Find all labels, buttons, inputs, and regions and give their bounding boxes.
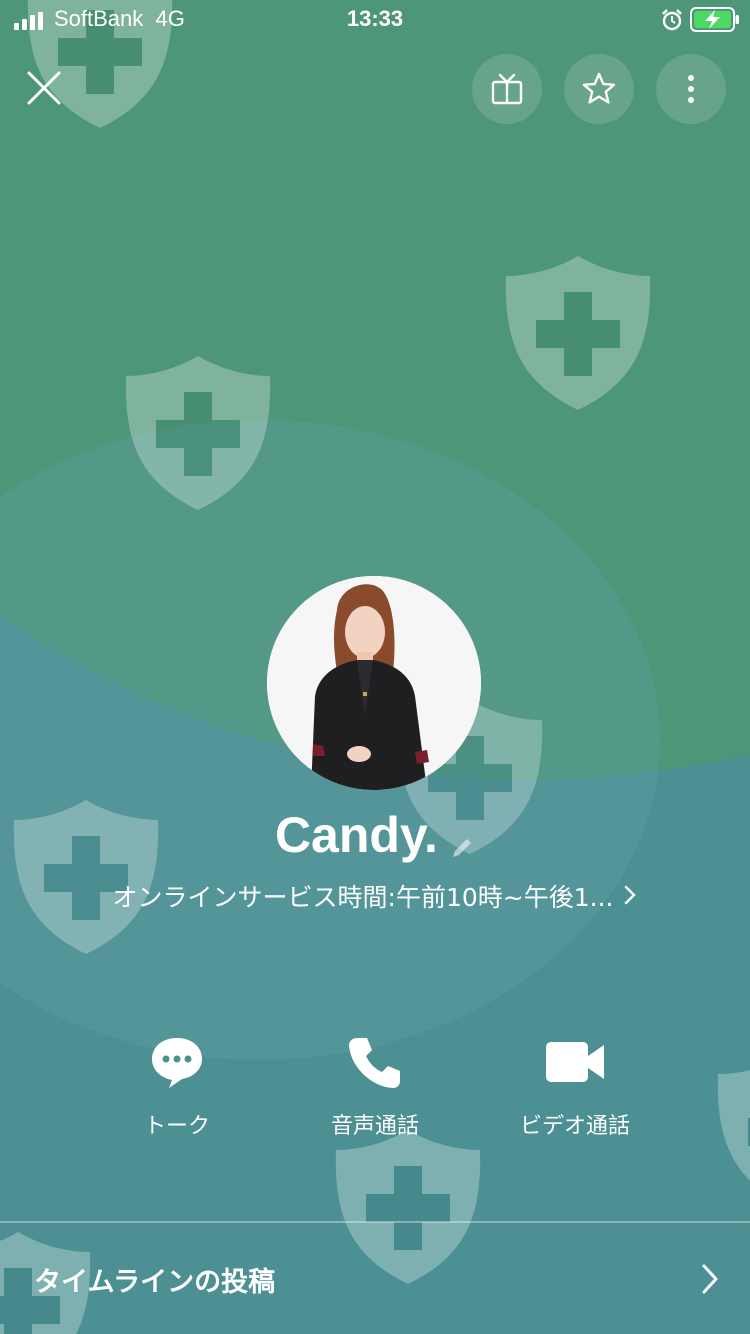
- profile-name: Candy.: [274, 807, 438, 863]
- timeline-posts-label: タイムラインの投稿: [34, 1267, 276, 1298]
- talk-label: トーク: [143, 1114, 210, 1139]
- battery-charging-icon: [690, 7, 739, 32]
- shield-pattern-icon: [717, 1070, 750, 1181]
- gift-button[interactable]: [472, 54, 542, 124]
- voice-call-label: 音声通話: [330, 1114, 419, 1139]
- star-icon: [582, 72, 616, 104]
- video-call-button[interactable]: ビデオ通話: [475, 1030, 675, 1140]
- chat-bubble-icon: [152, 1038, 202, 1088]
- avatar[interactable]: [267, 576, 481, 790]
- chevron-right-icon: [625, 885, 637, 905]
- profile-name-row: Candy.: [0, 806, 750, 864]
- profile-photo: [267, 576, 481, 790]
- video-call-label: ビデオ通話: [519, 1114, 630, 1139]
- status-message-text: オンラインサービス時間:午前10時~午後1...: [112, 883, 614, 912]
- timeline-posts-row[interactable]: タイムラインの投稿: [0, 1224, 750, 1334]
- voice-call-button[interactable]: 音声通話: [275, 1030, 475, 1140]
- close-icon[interactable]: [22, 66, 66, 110]
- video-camera-icon: [546, 1042, 604, 1082]
- shield-pattern-icon: [125, 356, 271, 510]
- profile-screen: SoftBank 4G 13:33 Candy. オンラインサービス時間:午前1…: [0, 0, 750, 1334]
- alarm-icon: [662, 9, 682, 31]
- more-options-button[interactable]: [656, 54, 726, 124]
- edit-pencil-icon[interactable]: [449, 835, 475, 861]
- more-icon: [688, 75, 694, 103]
- divider: [0, 1221, 750, 1223]
- gift-icon: [491, 73, 523, 105]
- status-message[interactable]: オンラインサービス時間:午前10時~午後1...: [0, 878, 750, 914]
- favorite-button[interactable]: [564, 54, 634, 124]
- status-bar: SoftBank 4G 13:33: [0, 0, 750, 40]
- talk-button[interactable]: トーク: [77, 1030, 277, 1140]
- shield-pattern-icon: [505, 256, 651, 410]
- clock: 13:33: [346, 6, 404, 31]
- chevron-right-icon: [702, 1264, 718, 1294]
- phone-icon: [349, 1038, 400, 1088]
